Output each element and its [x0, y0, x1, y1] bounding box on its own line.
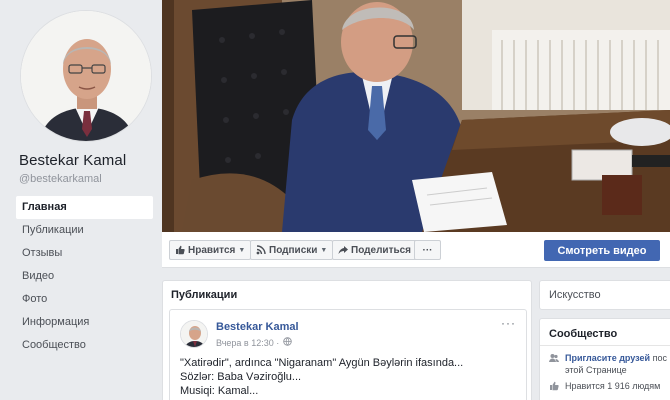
nav-item-photos[interactable]: Фото: [16, 288, 153, 311]
category-card: Искусство: [539, 280, 670, 310]
post-text-line: Sözlər: Baba Vəziroğlu...: [180, 371, 302, 383]
nav-item-reviews[interactable]: Отзывы: [16, 242, 153, 265]
community-card: Сообщество Пригласите друзей пос этой Ст…: [539, 318, 670, 400]
publications-title[interactable]: Публикации: [171, 289, 237, 301]
thumb-icon: [175, 245, 185, 255]
post-author-name[interactable]: Bestekar Kamal: [216, 321, 299, 333]
profile-avatar[interactable]: [20, 10, 152, 142]
chevron-down-icon: ▼: [238, 246, 246, 254]
page-name[interactable]: Bestekar Kamal: [19, 152, 126, 169]
invite-friends-row: Пригласите друзей пос: [549, 353, 667, 365]
post-timestamp[interactable]: Вчера в 12:30 ·: [216, 337, 292, 348]
watch-video-button[interactable]: Смотреть видео: [544, 240, 660, 261]
left-column: Bestekar Kamal @bestekarkamal Главная Пу…: [0, 0, 162, 400]
post-time-text: Вчера в 12:30 ·: [216, 337, 280, 348]
share-button[interactable]: Поделиться: [332, 240, 418, 260]
cover-photo[interactable]: [162, 0, 670, 232]
post-text-line: Musiqi: Kamal...: [180, 385, 259, 397]
post: Bestekar Kamal Вчера в 12:30 · ··· "Xati…: [169, 309, 527, 400]
page-category[interactable]: Искусство: [549, 289, 601, 301]
post-text: "Xatirədir", ardınca "Nigaranam" Aygün B…: [180, 356, 463, 398]
share-icon: [338, 245, 348, 255]
post-options-button[interactable]: ···: [501, 316, 516, 330]
chevron-down-icon: ▼: [320, 246, 328, 254]
invite-friends-row-2: этой Странице: [565, 365, 627, 375]
like-button[interactable]: Нравится ▼: [169, 240, 252, 260]
rss-icon: [256, 245, 266, 255]
nav-item-community[interactable]: Сообщество: [16, 334, 153, 357]
globe-icon: [283, 337, 292, 348]
nav-item-about[interactable]: Информация: [16, 311, 153, 334]
divider: [540, 345, 670, 346]
publications-card: Публикации Bestekar Kamal Вчера в 12:30 …: [162, 280, 532, 400]
page-handle[interactable]: @bestekarkamal: [19, 173, 102, 185]
invite-suffix: пос: [652, 353, 667, 363]
post-author-avatar[interactable]: [180, 320, 208, 348]
page-action-bar: Нравится ▼ Подписки ▼ Поделиться ··· Смо…: [162, 232, 670, 268]
page-nav: Главная Публикации Отзывы Видео Фото Инф…: [16, 196, 153, 357]
invite-friends-link[interactable]: Пригласите друзей: [565, 353, 650, 363]
likes-row: Нравится 1 916 людям: [549, 381, 660, 393]
post-text-line: "Xatirədir", ardınca "Nigaranam" Aygün B…: [180, 357, 464, 369]
invite-line2: этой Странице: [565, 365, 627, 375]
like-label: Нравится: [188, 244, 236, 256]
share-label: Поделиться: [351, 244, 412, 256]
follow-label: Подписки: [269, 244, 318, 256]
likes-count-text: Нравится 1 916 людям: [565, 381, 661, 391]
people-icon: [549, 353, 559, 365]
nav-item-videos[interactable]: Видео: [16, 265, 153, 288]
follow-button[interactable]: Подписки ▼: [250, 240, 334, 260]
like-icon: [549, 381, 559, 393]
nav-item-posts[interactable]: Публикации: [16, 219, 153, 242]
more-actions-button[interactable]: ···: [414, 240, 441, 260]
nav-item-home[interactable]: Главная: [16, 196, 153, 219]
more-icon: ···: [422, 244, 433, 256]
community-title[interactable]: Сообщество: [549, 328, 617, 340]
